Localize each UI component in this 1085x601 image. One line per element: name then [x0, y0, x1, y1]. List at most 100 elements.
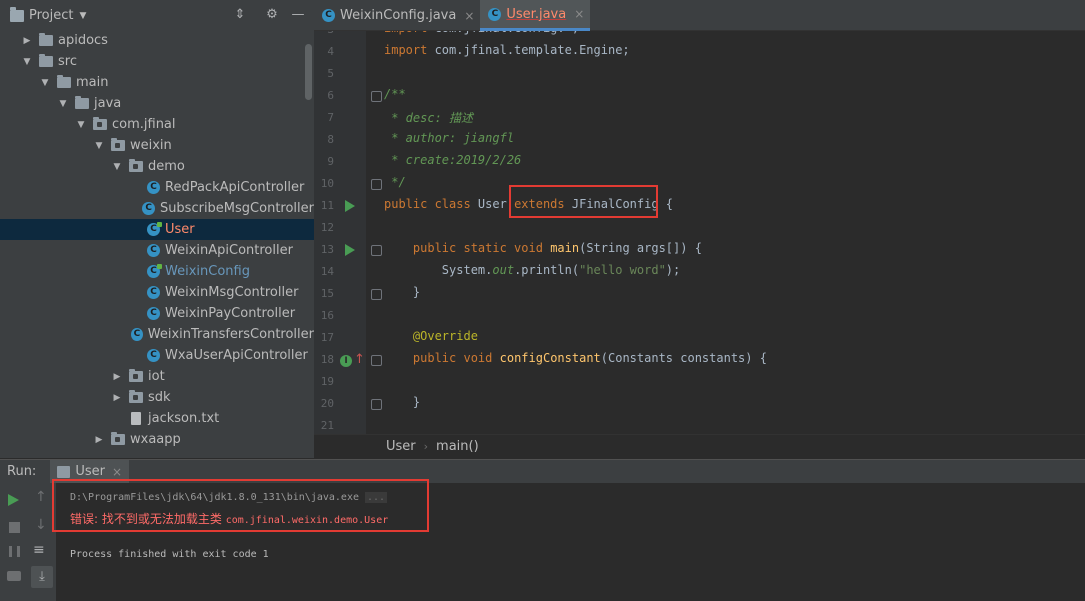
java-class-icon: C: [147, 244, 160, 257]
tree-item[interactable]: ▶ iot: [0, 366, 314, 387]
pause-icon[interactable]: [9, 546, 20, 557]
implements-method-icon[interactable]: I: [340, 355, 352, 367]
chevron-down-icon[interactable]: ▼: [40, 78, 50, 88]
breadcrumb-separator-icon: ›: [423, 440, 429, 453]
close-icon[interactable]: ×: [112, 465, 122, 479]
folder-icon: [57, 75, 71, 88]
tree-item[interactable]: ▶ apidocs: [0, 30, 314, 51]
tree-item[interactable]: ▶ wxaapp: [0, 429, 314, 450]
java-class-icon: C: [322, 9, 335, 22]
override-arrow-icon[interactable]: ↑: [354, 352, 365, 367]
project-panel: Project ▼ ⇕ ⚙ — ▶ apidocs ▼ src ▼ main ▼ java ▼ c…: [0, 0, 314, 458]
chevron-right-icon[interactable]: ▶: [94, 435, 104, 445]
chevron-right-icon[interactable]: ▶: [112, 372, 122, 382]
code-editor[interactable]: 3 4 5 6 7 8 9 10 11 12 13 14 15 16 17 18 19 20 21 I↑ import…: [314, 31, 1085, 434]
gear-icon[interactable]: ⚙: [264, 7, 280, 23]
tree-item[interactable]: C WeixinPayController: [0, 303, 314, 324]
stop-icon[interactable]: [9, 522, 20, 533]
line-number: 20: [320, 397, 334, 410]
close-icon[interactable]: ×: [574, 7, 584, 21]
hide-panel-icon[interactable]: —: [290, 7, 306, 23]
tree-item-label: jackson.txt: [148, 411, 220, 426]
editor-tab[interactable]: C User.java ×: [480, 0, 591, 31]
tree-item[interactable]: jackson.txt: [0, 408, 314, 429]
tree-item[interactable]: ▼ src: [0, 51, 314, 72]
highlight-box-console-error: [52, 479, 429, 532]
chevron-down-icon[interactable]: ▼: [79, 11, 86, 21]
tree-item[interactable]: C RedPackApiController: [0, 177, 314, 198]
chevron-right-icon[interactable]: ▶: [112, 393, 122, 403]
tree-item[interactable]: ▼ main: [0, 72, 314, 93]
tree-item[interactable]: ▼ demo: [0, 156, 314, 177]
line-number: 4: [327, 45, 334, 58]
run-gutter-icon[interactable]: [345, 200, 355, 212]
code-line[interactable]: public void configConstant(Constants con…: [384, 351, 767, 365]
tree-item[interactable]: ▼ java: [0, 93, 314, 114]
editor-tab[interactable]: C WeixinConfig.java ×: [314, 0, 480, 31]
tree-item-label: demo: [148, 159, 185, 174]
editor-tab-bar: C WeixinConfig.java × C User.java ×: [314, 0, 1085, 31]
code-line[interactable]: @Override: [384, 329, 478, 343]
line-number: 3: [314, 31, 334, 36]
fold-marker-icon[interactable]: [371, 245, 382, 256]
fold-marker-icon[interactable]: [371, 179, 382, 190]
arrow-up-icon[interactable]: ↑: [35, 489, 51, 505]
soft-wrap-icon[interactable]: ≡: [33, 542, 49, 558]
breadcrumb-class[interactable]: User: [386, 439, 416, 454]
chevron-down-icon[interactable]: ▼: [76, 120, 86, 130]
project-panel-header: Project ▼ ⇕ ⚙ —: [0, 0, 314, 31]
code-line[interactable]: /**: [384, 87, 406, 101]
package-icon: [129, 390, 143, 403]
project-title[interactable]: Project: [29, 8, 73, 23]
tree-item[interactable]: ▼ com.jfinal: [0, 114, 314, 135]
tree-item-label: WeixinMsgController: [165, 285, 299, 300]
fold-marker-icon[interactable]: [371, 289, 382, 300]
collapse-all-icon[interactable]: ⇕: [232, 7, 248, 23]
tree-item-label: User: [165, 222, 195, 237]
scroll-to-end-icon[interactable]: ⤓: [31, 566, 53, 588]
tree-item[interactable]: C WeixinTransfersController: [0, 324, 314, 345]
run-gutter-icon[interactable]: [345, 244, 355, 256]
tree-item[interactable]: C WeixinApiController: [0, 240, 314, 261]
code-line[interactable]: */: [384, 175, 405, 189]
tree-item[interactable]: C WxaUserApiController: [0, 345, 314, 366]
tree-item[interactable]: C WeixinConfig: [0, 261, 314, 282]
editor-gutter: 3 4 5 6 7 8 9 10 11 12 13 14 15 16 17 18 19 20 21 I↑: [314, 31, 366, 434]
chevron-down-icon[interactable]: ▼: [58, 99, 68, 109]
tree-item-label: weixin: [130, 138, 172, 153]
code-line[interactable]: * author: jiangfl: [384, 131, 514, 145]
tree-item[interactable]: ▶ sdk: [0, 387, 314, 408]
fold-marker-icon[interactable]: [371, 91, 382, 102]
fold-marker-icon[interactable]: [371, 399, 382, 410]
fold-marker-icon[interactable]: [371, 355, 382, 366]
line-number: 16: [320, 309, 334, 322]
code-line[interactable]: import com.jfinal.config.*;: [384, 31, 579, 35]
chevron-down-icon[interactable]: ▼: [22, 57, 32, 67]
tree-item-label: WeixinApiController: [165, 243, 293, 258]
code-line[interactable]: * create:2019/2/26: [384, 153, 521, 167]
close-icon[interactable]: ×: [464, 9, 474, 23]
line-number: 18: [320, 353, 334, 366]
tree-item[interactable]: C User: [0, 219, 314, 240]
camera-icon[interactable]: [7, 571, 21, 581]
line-number: 5: [327, 67, 334, 80]
code-line[interactable]: }: [384, 285, 420, 299]
code-line[interactable]: }: [384, 395, 420, 409]
folder-icon: [39, 33, 53, 46]
code-line[interactable]: System.out.println("hello word");: [384, 263, 680, 277]
rerun-icon[interactable]: [8, 494, 19, 506]
tree-item[interactable]: ▼ weixin: [0, 135, 314, 156]
code-line[interactable]: * desc: 描述: [384, 109, 473, 126]
code-line[interactable]: public static void main(String args[]) {: [384, 241, 702, 255]
code-line[interactable]: import com.jfinal.template.Engine;: [384, 43, 630, 57]
tree-item[interactable]: C WeixinMsgController: [0, 282, 314, 303]
project-tree-scrollbar[interactable]: [305, 44, 312, 100]
chevron-down-icon[interactable]: ▼: [112, 162, 122, 172]
tree-item[interactable]: C SubscribeMsgController: [0, 198, 314, 219]
tree-item-label: apidocs: [58, 33, 108, 48]
chevron-right-icon[interactable]: ▶: [22, 36, 32, 46]
line-number: 17: [320, 331, 334, 344]
arrow-down-icon[interactable]: ↓: [35, 517, 51, 533]
breadcrumb-method[interactable]: main(): [436, 439, 479, 454]
chevron-down-icon[interactable]: ▼: [94, 141, 104, 151]
